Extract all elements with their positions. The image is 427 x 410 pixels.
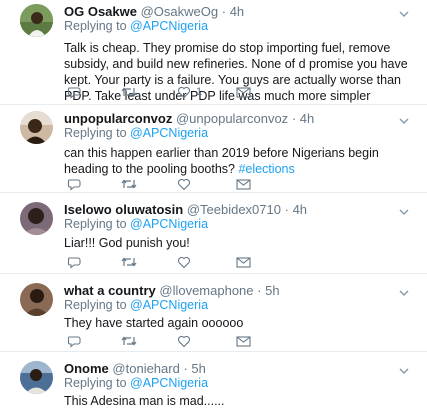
like-icon xyxy=(177,86,191,99)
separator-dot: · xyxy=(284,202,289,217)
tweet-header: Iselowo oluwatosin @Teebidex0710 · 4h xyxy=(64,202,307,217)
user-handle[interactable]: @Teebidex0710 xyxy=(187,202,281,217)
display-name[interactable]: unpopularconvoz xyxy=(64,111,172,126)
display-name[interactable]: Onome xyxy=(64,361,109,376)
mention-link[interactable]: @APCNigeria xyxy=(130,376,208,390)
display-name[interactable]: Iselowo oluwatosin xyxy=(64,202,183,217)
timestamp[interactable]: 4h xyxy=(300,111,314,126)
replying-prefix: Replying to xyxy=(64,126,127,140)
tweet-header: Onome @toniehard · 5h xyxy=(64,361,206,376)
reply-button[interactable] xyxy=(67,334,81,348)
like-button[interactable]: 1 xyxy=(177,85,202,99)
tweet-header: OG Osakwe @OsakweOg · 4h xyxy=(64,4,244,19)
like-button[interactable] xyxy=(177,177,191,191)
user-handle[interactable]: @OsakweOg xyxy=(141,4,219,19)
replying-to: Replying to @APCNigeria xyxy=(64,298,208,312)
tweet-text: can this happen earlier than 2019 before… xyxy=(64,145,414,177)
direct-message-button[interactable] xyxy=(236,177,251,191)
user-handle[interactable]: @llovemaphone xyxy=(159,283,253,298)
tweet-text-content: can this happen earlier than 2019 before… xyxy=(64,146,379,176)
separator-dot: · xyxy=(183,361,188,376)
tweet[interactable]: Iselowo oluwatosin @Teebidex0710 · 4h Re… xyxy=(0,193,427,274)
avatar[interactable] xyxy=(20,111,53,144)
timestamp[interactable]: 4h xyxy=(293,202,307,217)
retweet-button[interactable] xyxy=(121,85,137,99)
replying-prefix: Replying to xyxy=(64,298,127,312)
tweet-text: Liar!!! God punish you! xyxy=(64,236,190,250)
timestamp[interactable]: 4h xyxy=(230,4,244,19)
direct-message-icon xyxy=(236,336,251,347)
retweet-button[interactable] xyxy=(121,177,137,191)
hashtag-link[interactable]: #elections xyxy=(238,162,294,176)
retweet-button[interactable] xyxy=(121,255,137,269)
retweet-icon xyxy=(121,257,137,267)
replying-to: Replying to @APCNigeria xyxy=(64,376,208,390)
direct-message-icon xyxy=(236,257,251,268)
mention-link[interactable]: @APCNigeria xyxy=(130,217,208,231)
chevron-down-icon[interactable] xyxy=(399,288,409,298)
direct-message-icon xyxy=(236,87,251,98)
avatar[interactable] xyxy=(20,202,53,235)
avatar[interactable] xyxy=(20,4,53,37)
mention-link[interactable]: @APCNigeria xyxy=(130,298,208,312)
user-handle[interactable]: @toniehard xyxy=(112,361,179,376)
replying-prefix: Replying to xyxy=(64,376,127,390)
direct-message-icon xyxy=(236,179,251,190)
tweet-text: They have started again oooooo xyxy=(64,316,244,330)
display-name[interactable]: what a country xyxy=(64,283,156,298)
timestamp[interactable]: 5h xyxy=(191,361,205,376)
mention-link[interactable]: @APCNigeria xyxy=(130,126,208,140)
tweet-header: what a country @llovemaphone · 5h xyxy=(64,283,280,298)
retweet-icon xyxy=(121,179,137,189)
tweet[interactable]: Onome @toniehard · 5h Replying to @APCNi… xyxy=(0,352,427,410)
reply-icon xyxy=(67,179,81,191)
like-icon xyxy=(177,335,191,348)
direct-message-button[interactable] xyxy=(236,85,251,99)
chevron-down-icon[interactable] xyxy=(399,366,409,376)
replying-prefix: Replying to xyxy=(64,217,127,231)
separator-dot: · xyxy=(257,283,262,298)
user-handle[interactable]: @unpopularconvoz xyxy=(176,111,288,126)
avatar[interactable] xyxy=(20,283,53,316)
mention-link[interactable]: @APCNigeria xyxy=(130,19,208,33)
direct-message-button[interactable] xyxy=(236,334,251,348)
like-button[interactable] xyxy=(177,334,191,348)
direct-message-button[interactable] xyxy=(236,255,251,269)
retweet-icon xyxy=(121,87,137,97)
reply-icon xyxy=(67,87,81,99)
chevron-down-icon[interactable] xyxy=(399,116,409,126)
avatar[interactable] xyxy=(20,361,53,394)
replying-to: Replying to @APCNigeria xyxy=(64,19,208,33)
like-button[interactable] xyxy=(177,255,191,269)
replying-prefix: Replying to xyxy=(64,19,127,33)
replying-to: Replying to @APCNigeria xyxy=(64,126,208,140)
retweet-button[interactable] xyxy=(121,334,137,348)
like-icon xyxy=(177,178,191,191)
separator-dot: · xyxy=(221,4,227,19)
like-count: 1 xyxy=(196,86,203,98)
separator-dot: · xyxy=(291,111,297,126)
chevron-down-icon[interactable] xyxy=(399,207,409,217)
reply-button[interactable] xyxy=(67,255,81,269)
reply-icon xyxy=(67,257,81,269)
tweet[interactable]: OG Osakwe @OsakweOg · 4h Replying to @AP… xyxy=(0,0,427,105)
tweet-actions: 1 xyxy=(64,85,364,99)
reply-button[interactable] xyxy=(67,177,81,191)
like-icon xyxy=(177,256,191,269)
tweet[interactable]: unpopularconvoz @unpopularconvoz · 4h Re… xyxy=(0,105,427,193)
tweet-actions xyxy=(64,177,364,191)
retweet-icon xyxy=(121,336,137,346)
replying-to: Replying to @APCNigeria xyxy=(64,217,208,231)
reply-button[interactable] xyxy=(67,85,81,99)
chevron-down-icon[interactable] xyxy=(399,9,409,19)
tweet-header: unpopularconvoz @unpopularconvoz · 4h xyxy=(64,111,314,126)
reply-icon xyxy=(67,336,81,348)
tweet-actions xyxy=(64,334,364,348)
display-name[interactable]: OG Osakwe xyxy=(64,4,137,19)
tweet-actions xyxy=(64,255,364,269)
tweet[interactable]: what a country @llovemaphone · 5h Replyi… xyxy=(0,274,427,352)
tweet-text: This Adesina man is mad...... xyxy=(64,394,225,408)
timestamp[interactable]: 5h xyxy=(265,283,279,298)
